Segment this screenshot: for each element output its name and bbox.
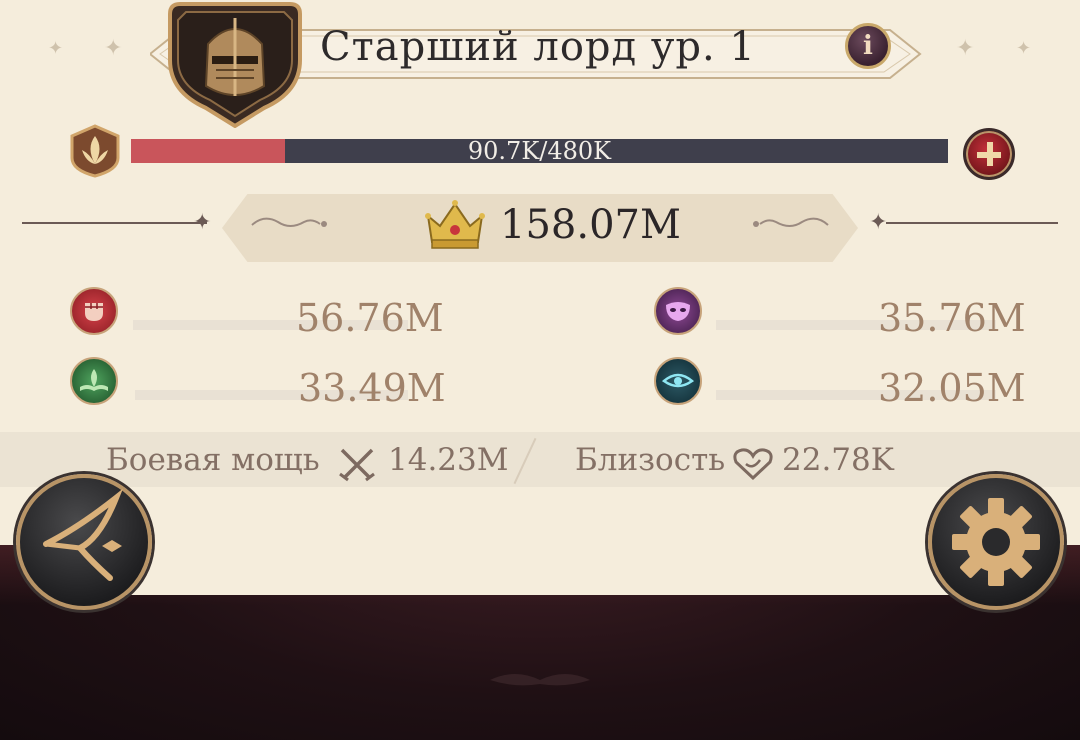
page-title: Старший лорд ур. 1 [320,24,756,70]
book-icon [70,357,118,405]
intellect-value: 33.49M [298,366,446,410]
sparkle-icon: ✦ [869,210,888,235]
charm-value: 35.76M [878,296,1026,340]
strength-value: 56.76M [296,296,444,340]
crossed-swords-icon [339,448,375,482]
sparkle-icon: ✦ [1016,38,1032,59]
add-experience-button[interactable] [963,128,1015,180]
affinity-value: 22.78K [782,442,894,478]
divider-right [886,222,1058,224]
settings-button[interactable] [928,474,1064,610]
avatar[interactable] [168,0,302,128]
rename-button[interactable] [16,474,152,610]
divider-left [22,222,207,224]
level-progress-bar: 90.7K/480K [131,137,948,165]
sparkle-icon: ✦ [104,36,123,61]
level-progress-text: 90.7K/480K [467,137,612,165]
flourish-left-icon [251,217,327,227]
crown-icon [425,200,485,249]
sparkle-icon: ✦ [48,38,64,59]
mask-icon [654,287,702,335]
gear-icon [952,498,1040,586]
sparkle-icon: ✦ [956,36,975,61]
rank-emblem-icon [70,124,120,178]
ornament-icon [490,674,590,686]
sparkle-icon: ✦ [193,210,212,235]
total-power-value: 158.07M [500,202,681,248]
combat-power-value: 14.23M [388,442,509,478]
quill-icon [43,488,123,581]
insight-value: 32.05M [878,366,1026,410]
flourish-right-icon [753,217,829,227]
heart-icon [733,448,773,481]
fist-icon [70,287,118,335]
eye-icon [654,357,702,405]
info-icon[interactable]: i [845,23,891,69]
combat-power-label: Боевая мощь [106,442,320,478]
panel-bottom-edge [40,540,1040,595]
affinity-label: Близость [575,442,726,478]
